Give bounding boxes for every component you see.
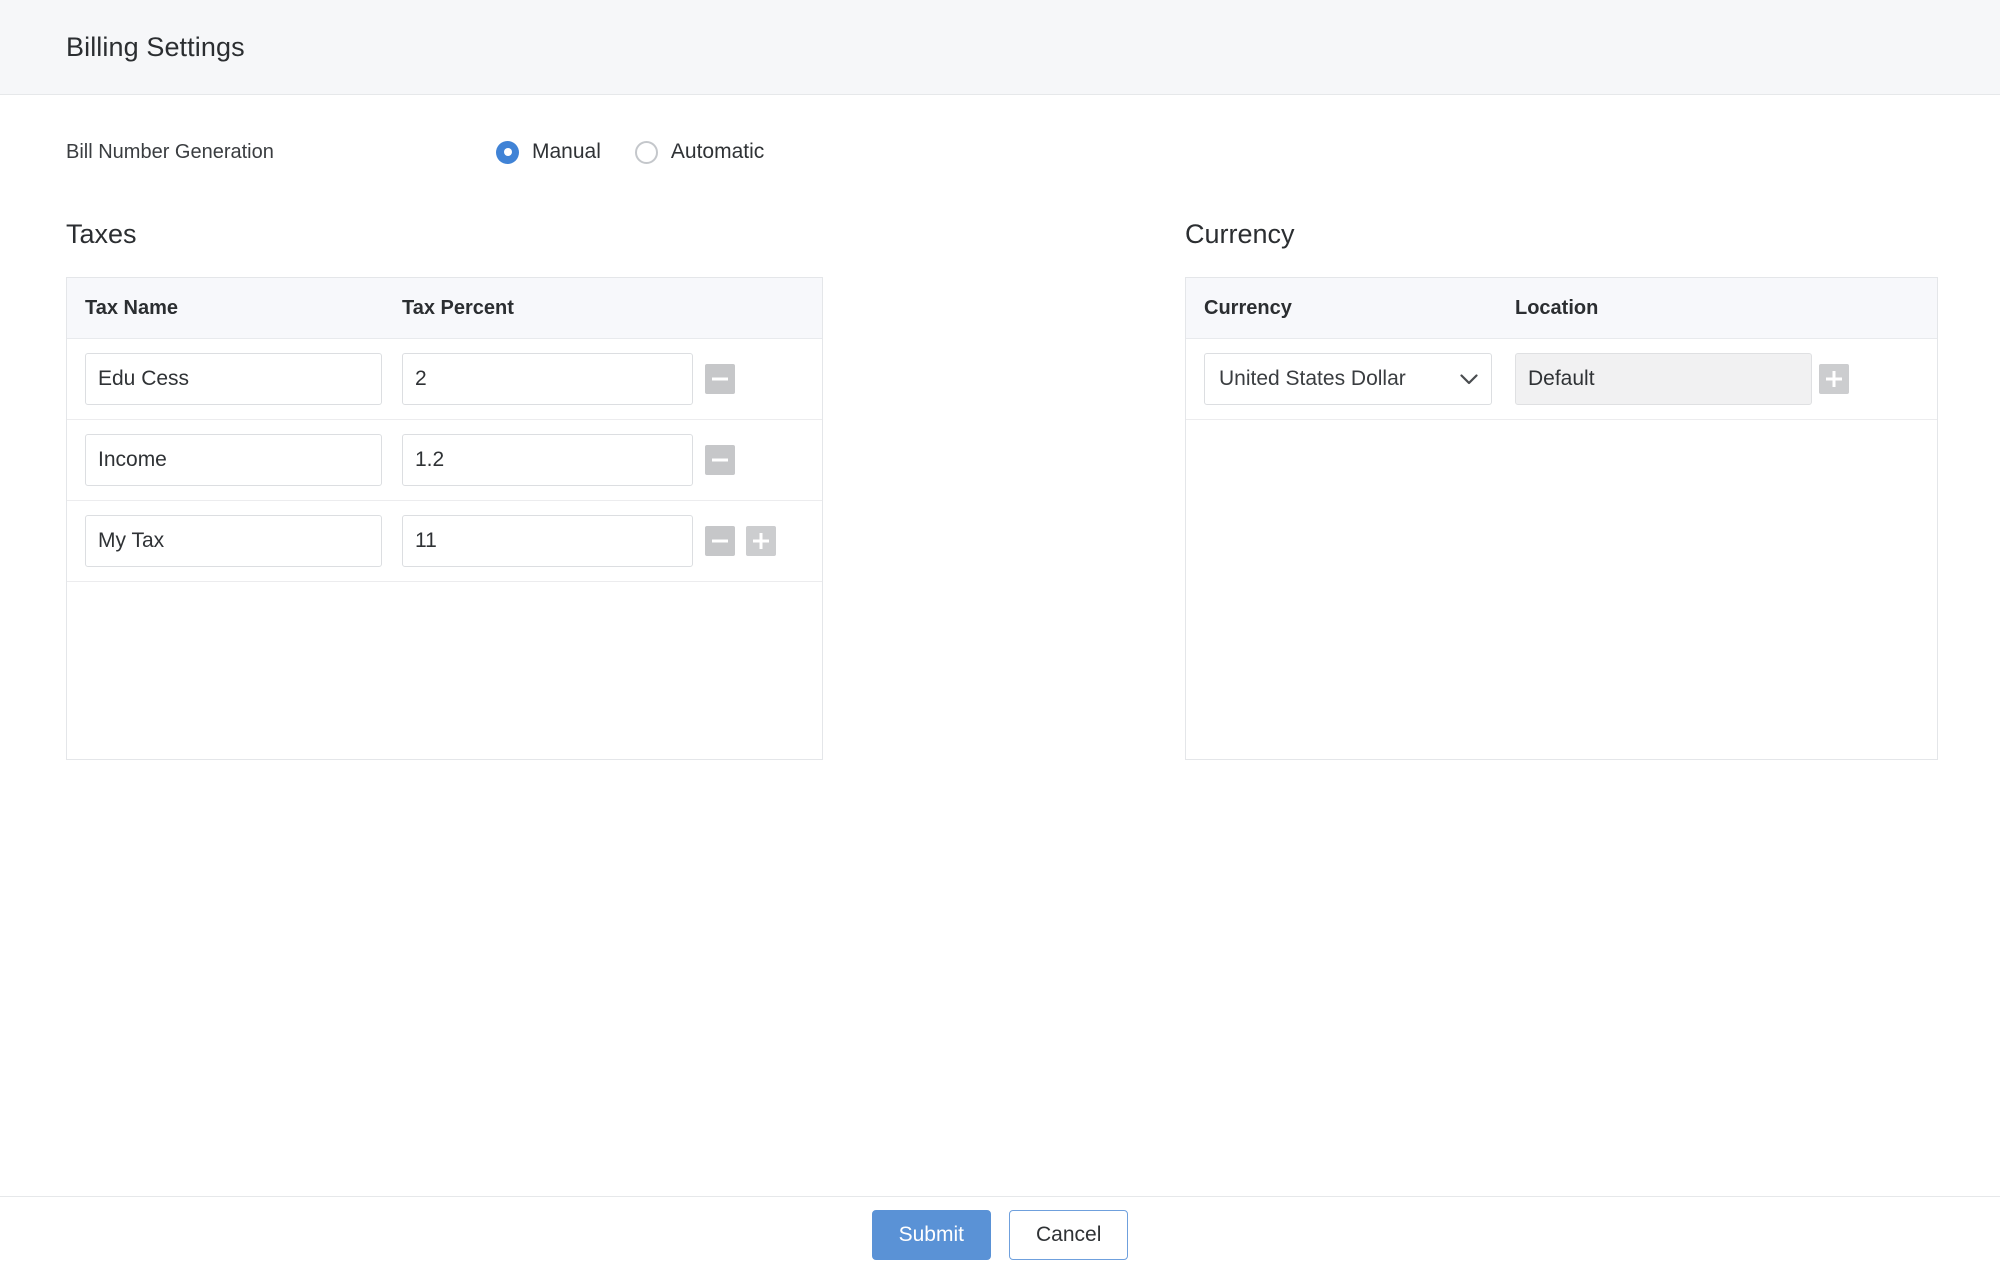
tax-percent-input[interactable] (402, 515, 693, 567)
table-row: United States Dollar (1186, 339, 1937, 420)
add-tax-row-button[interactable] (746, 526, 776, 556)
tax-name-input[interactable] (85, 515, 382, 567)
bill-number-radio-group: Manual Automatic (496, 140, 764, 164)
submit-button[interactable]: Submit (871, 1210, 991, 1260)
taxes-panel: Tax Name Tax Percent (66, 277, 823, 760)
table-row (67, 339, 822, 420)
tax-percent-input[interactable] (402, 434, 693, 486)
radio-selected-icon[interactable] (496, 140, 519, 164)
remove-tax-row-button[interactable] (705, 445, 735, 475)
column-header-location: Location (1515, 296, 1599, 319)
bill-number-generation-label: Bill Number Generation (66, 140, 274, 163)
table-row (67, 501, 822, 582)
radio-label-manual: Manual (532, 140, 601, 163)
page-title: Billing Settings (66, 31, 245, 62)
currency-row-actions (1803, 364, 1937, 394)
settings-columns: Taxes Tax Name Tax Percent Edu Cess 2 In… (0, 219, 2000, 760)
currency-panel: Currency Location United States Dollar (1185, 277, 1938, 760)
currency-section-title: Currency (1185, 219, 1295, 249)
taxes-table-header: Tax Name Tax Percent (67, 278, 822, 339)
location-input[interactable] (1515, 353, 1812, 405)
currency-column: Currency Currency Location United States… (1185, 219, 1938, 760)
tax-name-cell (67, 353, 394, 405)
tax-row-actions (689, 364, 822, 394)
tax-percent-input[interactable] (402, 353, 693, 405)
tax-row-actions (689, 445, 822, 475)
tax-name-input[interactable] (85, 434, 382, 486)
currency-cell: United States Dollar (1186, 353, 1501, 405)
page-header: Billing Settings (0, 0, 2000, 95)
tax-name-cell (67, 515, 394, 567)
radio-label-automatic: Automatic (670, 140, 765, 163)
radio-unselected-icon[interactable] (634, 140, 658, 164)
column-header-tax-percent: Tax Percent (402, 296, 514, 319)
table-row (67, 420, 822, 501)
currency-select[interactable]: United States Dollar (1204, 353, 1492, 405)
currency-table-header: Currency Location (1186, 278, 1937, 339)
column-header-currency: Currency (1204, 296, 1292, 319)
page-body: Bill Number Generation Manual Automatic … (0, 95, 2000, 1196)
column-spacer (823, 219, 1185, 760)
tax-name-input[interactable] (85, 353, 382, 405)
radio-option-manual[interactable]: Manual (496, 140, 601, 164)
currency-select-value: United States Dollar (1219, 367, 1406, 390)
taxes-column: Taxes Tax Name Tax Percent (66, 219, 823, 760)
tax-percent-cell (394, 353, 693, 405)
tax-row-actions (689, 526, 822, 556)
radio-option-automatic[interactable]: Automatic (634, 140, 765, 164)
tax-percent-cell (394, 434, 693, 486)
remove-tax-row-button[interactable] (705, 364, 735, 394)
chevron-down-icon (1460, 373, 1478, 384)
tax-percent-cell (394, 515, 693, 567)
bill-number-generation-row: Bill Number Generation Manual Automatic (0, 95, 2000, 164)
remove-tax-row-button[interactable] (705, 526, 735, 556)
tax-name-cell (67, 434, 394, 486)
add-currency-row-button[interactable] (1819, 364, 1849, 394)
location-cell (1501, 353, 1812, 405)
taxes-section-title: Taxes (66, 219, 137, 249)
column-header-tax-name: Tax Name (85, 296, 179, 319)
cancel-button[interactable]: Cancel (1008, 1210, 1129, 1260)
page-footer: Submit Cancel (0, 1196, 2000, 1273)
